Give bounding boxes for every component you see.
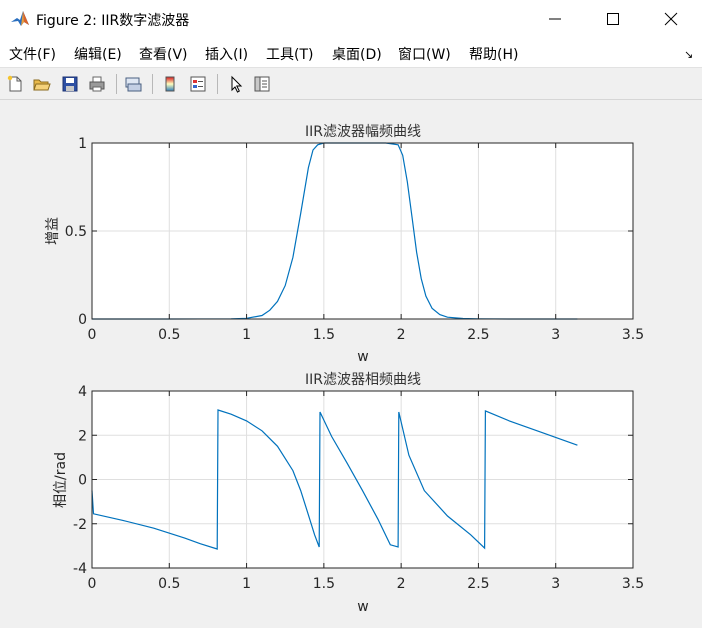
magnitude-axes[interactable]: IIR滤波器幅频曲线 0 0.5 1 1.5 2 2.5 3 3.5 0 0.5 1 w 增益: [45, 124, 644, 365]
menu-insert[interactable]: 插入(I): [205, 44, 248, 64]
phase-xtick-label: 0.5: [158, 576, 180, 592]
magnitude-ytick-label: 0.5: [65, 224, 87, 240]
magnitude-xtick-label: 2: [397, 327, 406, 343]
toolbar-separator: [217, 74, 218, 94]
magnitude-ytick-label: 0: [78, 312, 87, 328]
save-icon: [62, 76, 78, 92]
phase-xtick-label: 3: [551, 576, 560, 592]
minimize-icon: [549, 18, 561, 20]
phase-xtick-label: 1.5: [313, 576, 335, 592]
select-arrow-icon: [231, 75, 243, 93]
magnitude-ytick-label: 1: [78, 136, 87, 152]
phase-xtick-label: 1: [242, 576, 251, 592]
phase-xtick-label: 2.5: [467, 576, 489, 592]
dock-arrow-icon[interactable]: ↘: [684, 48, 693, 61]
magnitude-xlabel: w: [357, 349, 368, 365]
menu-view[interactable]: 查看(V): [139, 44, 188, 64]
phase-ytick-label: -4: [73, 561, 87, 577]
menu-help[interactable]: 帮助(H): [469, 44, 518, 64]
toolbar-separator: [116, 74, 117, 94]
magnitude-title: IIR滤波器幅频曲线: [305, 124, 421, 140]
new-figure-icon: [7, 75, 22, 92]
toolbar: [0, 68, 702, 100]
property-inspector-button[interactable]: [251, 73, 273, 95]
magnitude-xtick-label: 0: [88, 327, 97, 343]
magnitude-ylabel: 增益: [45, 217, 61, 245]
insert-legend-button[interactable]: [187, 73, 209, 95]
open-file-icon: [33, 79, 51, 91]
insert-legend-icon: [190, 76, 206, 92]
phase-xtick-label: 3.5: [622, 576, 644, 592]
magnitude-xtick-label: 1.5: [313, 327, 335, 343]
select-arrow-button[interactable]: [225, 73, 247, 95]
property-inspector-icon: [254, 76, 270, 92]
phase-title: IIR滤波器相频曲线: [305, 372, 421, 388]
magnitude-xtick-label: 2.5: [467, 327, 489, 343]
menu-file[interactable]: 文件(F): [9, 44, 56, 64]
phase-xtick-label: 0: [88, 576, 97, 592]
phase-ytick-label: 0: [78, 473, 87, 489]
window-title: Figure 2: IIR数字滤波器: [36, 13, 190, 29]
magnitude-xtick-label: 1: [242, 327, 251, 343]
phase-ytick-label: 2: [78, 428, 87, 444]
menu-edit[interactable]: 编辑(E): [74, 44, 122, 64]
menu-tools[interactable]: 工具(T): [266, 44, 313, 64]
close-icon: [664, 12, 678, 26]
print-icon: [89, 76, 105, 92]
link-plot-button[interactable]: [122, 73, 144, 95]
phase-xtick-label: 2: [397, 576, 406, 592]
phase-axes[interactable]: IIR滤波器相频曲线 0 0.5 1 1.5 2 2.5 3 3.5 -4 -2 0 2 4 w 相位/…: [53, 372, 644, 615]
title-bar: Figure 2: IIR数字滤波器: [0, 0, 702, 38]
link-plot-icon: [125, 77, 142, 92]
phase-ytick-label: -2: [73, 517, 87, 533]
phase-ytick-label: 4: [78, 384, 87, 400]
magnitude-xtick-label: 0.5: [158, 327, 180, 343]
phase-ylabel: 相位/rad: [53, 452, 69, 508]
maximize-button[interactable]: [584, 0, 642, 38]
menu-bar: 文件(F) 编辑(E) 查看(V) 插入(I) 工具(T) 桌面(D) 窗口(W…: [0, 38, 702, 68]
toolbar-separator: [152, 74, 153, 94]
magnitude-xtick-label: 3.5: [622, 327, 644, 343]
minimize-button[interactable]: [526, 0, 584, 38]
menu-window[interactable]: 窗口(W): [398, 44, 451, 64]
new-figure-button[interactable]: [4, 73, 26, 95]
menu-desktop[interactable]: 桌面(D): [332, 44, 382, 64]
phase-xlabel: w: [357, 599, 368, 615]
open-file-button[interactable]: [31, 73, 53, 95]
magnitude-xtick-label: 3: [551, 327, 560, 343]
insert-colorbar-icon: [165, 76, 175, 92]
print-button[interactable]: [86, 73, 108, 95]
maximize-icon: [607, 13, 619, 25]
figure-canvas: IIR滤波器幅频曲线 0 0.5 1 1.5 2 2.5 3 3.5 0 0.5 1 w 增益 II…: [45, 124, 644, 615]
save-button[interactable]: [59, 73, 81, 95]
matlab-logo-icon: [10, 9, 30, 29]
insert-colorbar-button[interactable]: [159, 73, 181, 95]
close-button[interactable]: [642, 0, 700, 38]
